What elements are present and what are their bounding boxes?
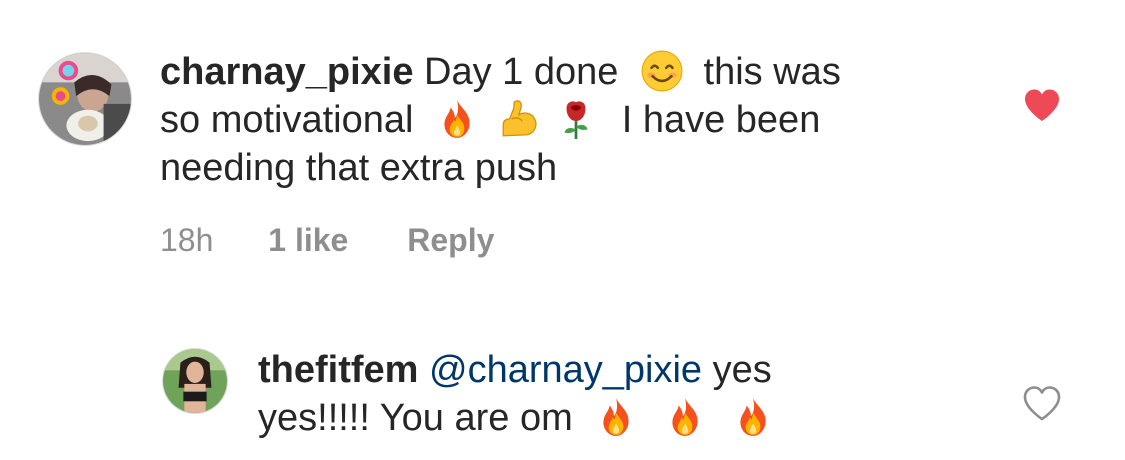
comment-text-part: this was — [703, 51, 841, 93]
reply-button[interactable]: Reply — [407, 220, 494, 260]
comment-username[interactable]: charnay_pixie — [160, 51, 413, 93]
comment-text-part: needing that extra push — [160, 147, 558, 189]
rose-emoji — [555, 98, 597, 140]
comment-text: thefitfem @charnay_pixie yes yes!!!!! Yo… — [258, 346, 978, 442]
mention-link[interactable]: @charnay_pixie — [429, 349, 702, 391]
avatar-image — [163, 349, 227, 413]
flexed-biceps-emoji — [499, 98, 541, 140]
fire-emoji — [664, 396, 706, 438]
heart-outline-icon — [1023, 386, 1061, 421]
fire-emoji — [732, 396, 774, 438]
like-button[interactable] — [1022, 86, 1062, 126]
smiling-face-emoji — [641, 50, 683, 92]
comment-text-part: I have been — [621, 99, 821, 141]
fire-emoji — [595, 396, 637, 438]
fire-emoji — [436, 98, 478, 140]
comment-meta: 18h 1 like Reply — [160, 220, 494, 260]
comment-text-part: Day 1 done — [424, 51, 619, 93]
like-button[interactable] — [1022, 384, 1062, 424]
avatar[interactable] — [38, 52, 132, 146]
heart-filled-icon — [1025, 89, 1059, 121]
comment-text-part: yes!!!!! You are om — [258, 397, 573, 439]
comment-text: charnay_pixie Day 1 done this was so mot… — [160, 48, 1000, 192]
comment-username[interactable]: thefitfem — [258, 349, 418, 391]
avatar[interactable] — [162, 348, 228, 414]
comment-timestamp: 18h — [160, 222, 214, 258]
comment-text-part: so motivational — [160, 99, 414, 141]
comment-likes-count[interactable]: 1 like — [268, 220, 348, 260]
comment-text-part: yes — [712, 349, 772, 391]
avatar-image — [39, 53, 131, 145]
